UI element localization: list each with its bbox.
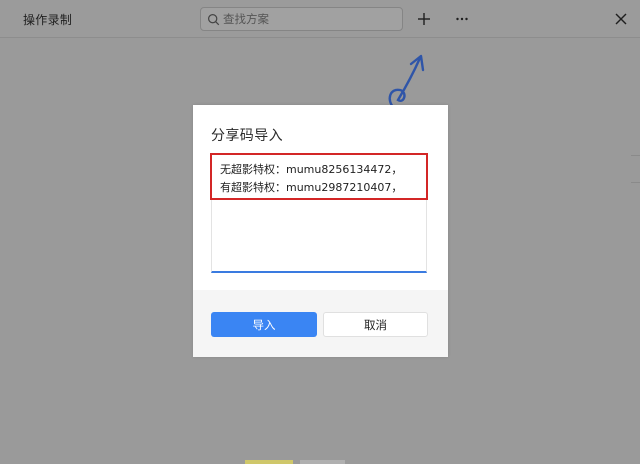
dialog-title: 分享码导入 — [211, 128, 283, 144]
decorative-arrow-icon — [388, 54, 425, 110]
share-code-import-dialog: 分享码导入 无超影特权：mumu8256134472， 有超影特权：mumu29… — [193, 105, 448, 357]
plus-icon — [418, 13, 430, 25]
more-button[interactable] — [451, 8, 473, 30]
search-icon — [208, 13, 220, 25]
code-line: 有超影特权：mumu2987210407， — [220, 181, 403, 194]
app-window: 操作录制 查找方案 分享码导入 无超影特权：mumu8256134472， 有超… — [0, 0, 640, 464]
content-peek — [300, 460, 345, 464]
share-code-textarea[interactable]: 无超影特权：mumu8256134472， 有超影特权：mumu29872104… — [211, 153, 427, 273]
edge-divider — [631, 155, 640, 156]
close-icon — [615, 13, 627, 25]
search-box[interactable] — [200, 7, 403, 31]
add-button[interactable] — [413, 8, 435, 30]
import-button[interactable]: 导入 — [211, 312, 317, 337]
cancel-button[interactable]: 取消 — [323, 312, 428, 337]
window-title: 操作录制 — [23, 13, 73, 27]
search-input[interactable] — [223, 12, 393, 26]
ellipsis-icon — [456, 17, 468, 21]
code-line: 无超影特权：mumu8256134472， — [220, 163, 403, 176]
content-peek — [245, 460, 293, 464]
close-button[interactable] — [610, 8, 632, 30]
edge-divider — [631, 182, 640, 183]
title-bar: 操作录制 — [0, 0, 640, 38]
